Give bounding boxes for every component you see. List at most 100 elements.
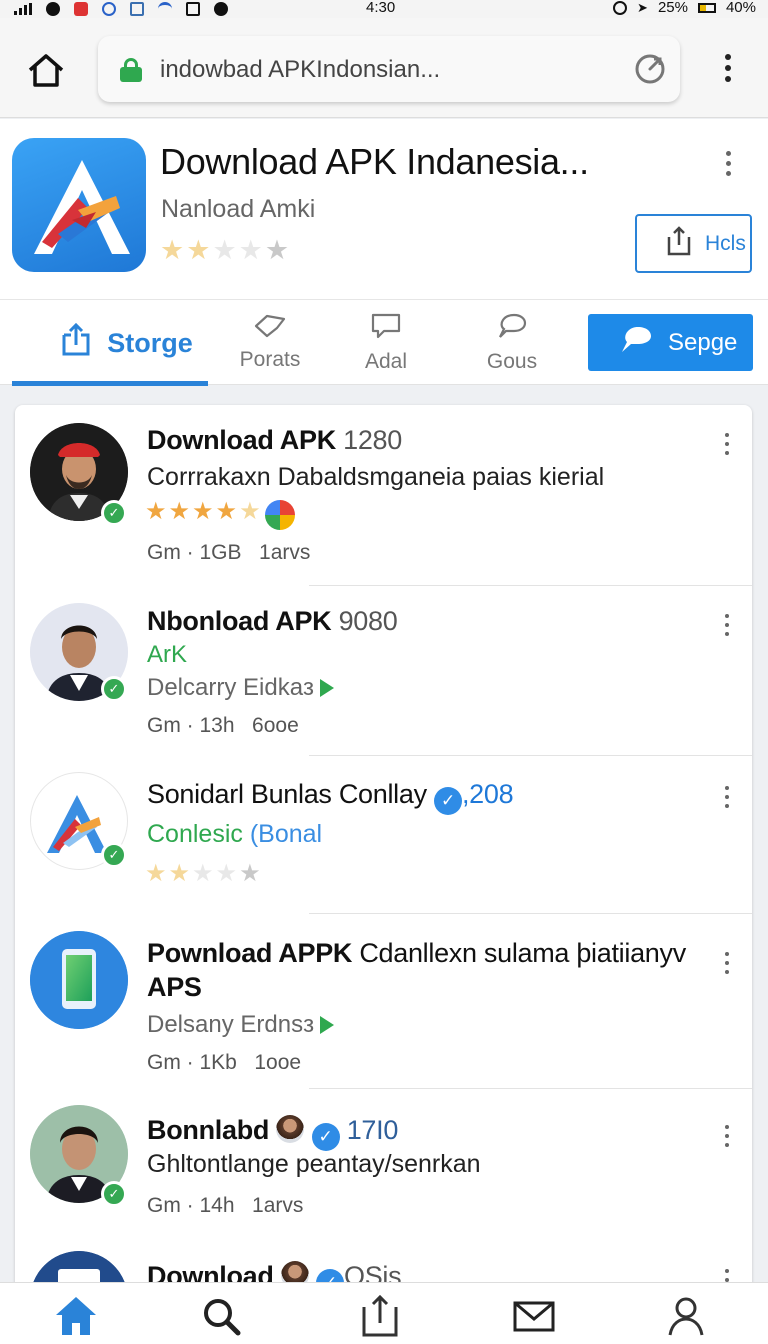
item-menu-icon[interactable] [721,1125,733,1147]
sync-icon [613,0,628,15]
item-rating: ★ ★ ★ ★ ★ [145,862,261,886]
mail-icon[interactable] [512,1295,556,1337]
mini-avatar-icon [276,1115,305,1143]
item-description: Ghltontlange peantay/senrkan [147,1150,481,1178]
item-title: Download APK 1280 [147,425,402,455]
sepge-button[interactable]: Sepge [588,314,753,371]
speech-bubble-icon [496,312,528,346]
home-icon[interactable] [26,52,66,88]
item-category: ArK [147,641,188,668]
star-icon: ★ [145,498,167,525]
item-title: Pownload APPK Cdanllexn sulama þiatiiany… [147,938,686,968]
address-bar[interactable]: indowbad APKIndonsian... [98,36,680,102]
item-category: Conlesic (Bonal [147,820,323,848]
tab-label: Porats [239,348,301,371]
share-icon[interactable] [358,1294,402,1337]
app-logo-icon[interactable] [12,138,146,272]
status-icons-right: ➤ 25% 40% [613,0,756,16]
status-icons-left [14,0,228,18]
app-blue-icon [102,2,116,16]
search-icon[interactable] [200,1295,244,1337]
avatar [30,931,128,1029]
speech-bubble-icon [618,324,654,361]
verified-badge-icon: ✓ [101,842,127,868]
alert-icon [214,2,228,16]
status-time: 4:30 [366,0,396,16]
app-developer: Nanload Amki [161,195,316,223]
star-icon: ★ [192,498,214,525]
tab-bar: Storge Porats Adal Gous Sepge [0,299,768,386]
tab-storge[interactable]: Storge [56,300,196,386]
star-icon: ★ [212,235,237,265]
verified-badge-icon: ✓ [101,1181,127,1207]
star-icon: ★ [192,860,214,887]
play-store-icon [320,679,335,697]
share-icon [59,322,93,364]
star-icon: ★ [264,235,290,265]
star-icon: ★ [168,860,191,887]
chat-icon [370,312,402,346]
star-icon: ★ [145,860,167,887]
tab-gous[interactable]: Gous [472,300,552,386]
reload-icon[interactable] [634,53,666,85]
location-icon: ➤ [637,0,648,15]
verified-icon: ✓ [433,787,462,815]
battery-percent-b: 40% [725,0,756,16]
list-item[interactable]: ✓ Download APK 1280 Corrrakaxn Dabaldsmg… [15,405,752,586]
item-rating: ★ ★ ★ ★ ★ [145,500,295,530]
list-item[interactable]: Pownload APPK Cdanllexn sulama þiatiiany… [15,914,752,1089]
app-title: Download APK Indanesia... [160,141,589,182]
signal-icon [14,3,32,15]
item-menu-icon[interactable] [721,614,733,636]
home-icon[interactable] [54,1295,98,1337]
list-item[interactable]: ✓ Sonidarl Bunlas Conllay ✓ ,208 Conlesic… [15,756,752,914]
verified-badge-icon: ✓ [101,676,127,702]
item-title: Nbonload APK 9080 [147,606,398,636]
active-tab-indicator [12,381,208,386]
star-icon: ★ [238,235,263,265]
star-icon: ★ [186,235,211,265]
list-item[interactable]: ✓ Bonnlabd ✓ 17I0 Ghltontlange peantay/s… [15,1089,752,1251]
tab-label: Storge [107,327,193,358]
results-list: ✓ Download APK 1280 Corrrakaxn Dabaldsmg… [15,405,752,1305]
app-header: Download APK Indanesia... Nanload Amki ★… [0,119,768,299]
grid-icon [130,2,144,16]
app-rating: ★ ★ ★ ★ ★ [160,237,289,264]
tab-adal[interactable]: Adal [346,300,426,386]
browser-toolbar: indowbad APKIndonsian... [0,18,768,118]
share-action-label: Hcls [705,231,746,255]
item-menu-icon[interactable] [721,786,733,808]
item-menu-icon[interactable] [721,952,733,974]
star-icon: ★ [168,498,191,525]
verified-badge-icon: ✓ [101,500,127,526]
lock-icon [120,58,142,82]
profile-icon[interactable] [664,1295,708,1337]
status-bar: 4:30 ➤ 25% 40% [0,0,768,18]
item-meta: Gm · 1GB 1arvs [147,541,311,564]
tab-porats[interactable]: Porats [226,300,314,386]
battery-percent-a: 25% [657,0,688,16]
sepge-label: Sepge [668,328,738,356]
share-icon [663,225,695,263]
item-publisher: Delsany Erdnsз [147,1011,335,1039]
item-description: Corrrakaxn Dabaldsmganeia paias kierial [147,463,605,491]
share-action-button[interactable]: Hcls [635,214,752,273]
no-sound-icon [186,2,200,16]
play-store-icon [320,1016,335,1034]
battery-icon [697,2,716,13]
app-menu-icon[interactable] [718,151,738,176]
bottom-navigation [0,1282,768,1344]
tab-label: Gous [486,350,538,373]
wifi-icon [158,2,172,16]
item-meta: Gm · 14h 1arvs [147,1194,304,1217]
list-item[interactable]: ✓ Nbonload APK 9080 ArK Delcarry Eidkaз … [15,586,752,756]
item-meta: Gm · 13h 6ooe [147,714,299,737]
item-menu-icon[interactable] [721,433,733,455]
item-title-line2: APS [147,972,202,1002]
colorful-app-icon [264,500,295,530]
browser-menu-icon[interactable] [718,54,738,82]
music-icon [46,2,60,16]
item-title: Sonidarl Bunlas Conllay ✓ ,208 [147,779,514,815]
star-icon: ★ [239,498,261,525]
verified-icon: ✓ [311,1123,340,1151]
